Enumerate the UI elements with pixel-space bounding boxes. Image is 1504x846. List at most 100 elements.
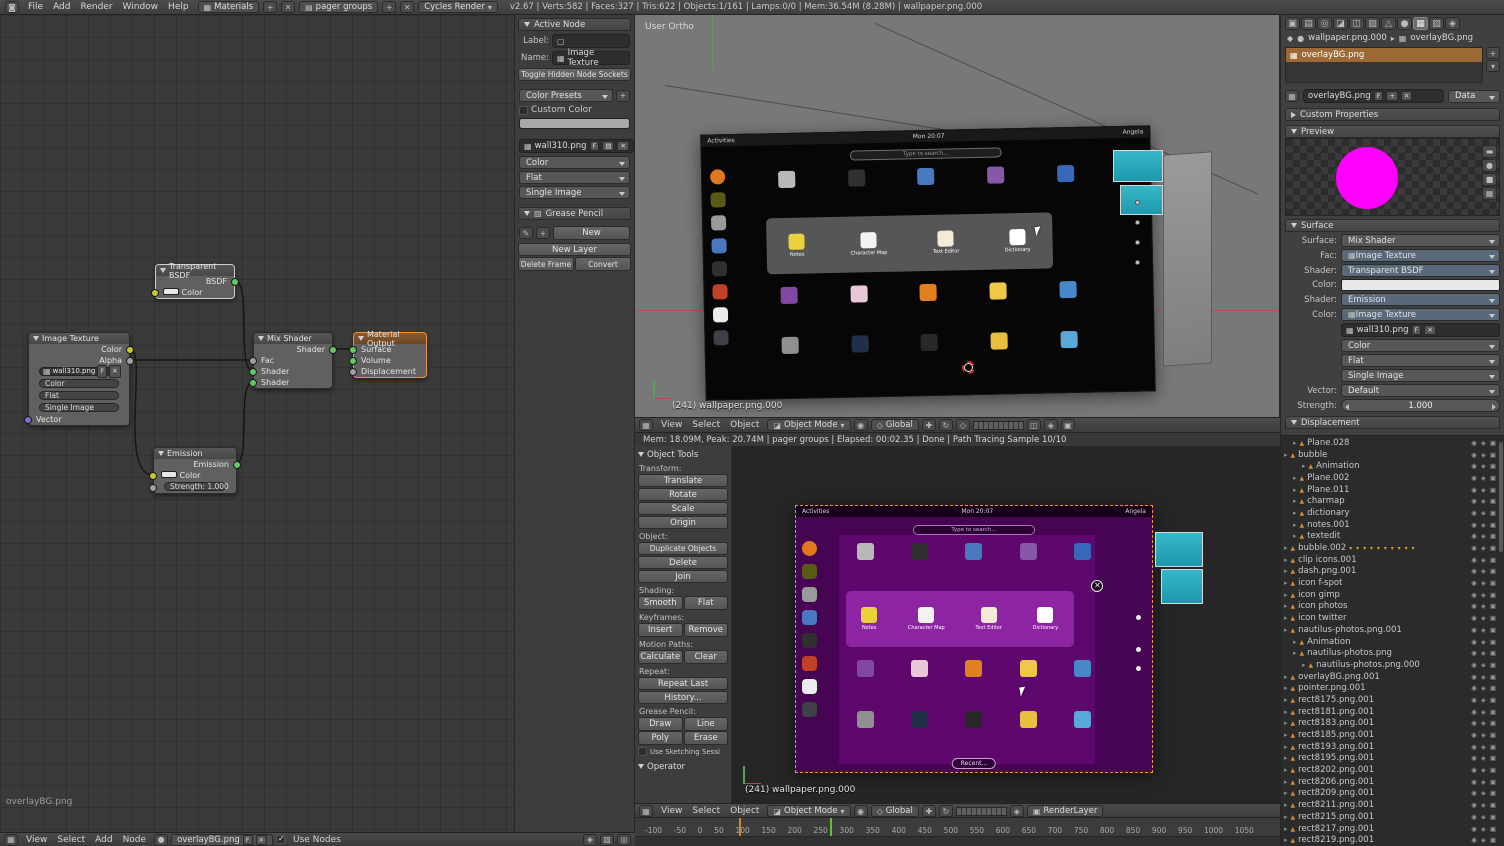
snap-icon[interactable]: ◈ — [1010, 805, 1024, 817]
render-camera-icon[interactable]: ▣ — [1490, 614, 1496, 622]
selectability-icon[interactable]: ◈ — [1481, 661, 1486, 669]
outliner-row[interactable]: Plane.002 ◉◈▣ — [1281, 472, 1504, 484]
outliner-row[interactable]: bubble ◉◈▣ — [1281, 449, 1504, 461]
selectability-icon[interactable]: ◈ — [1481, 439, 1486, 447]
projection-select[interactable]: Flat — [1341, 354, 1500, 367]
render-camera-icon[interactable]: ▣ — [1490, 649, 1496, 657]
outliner-row[interactable]: Animation ◉◈▣ — [1281, 636, 1504, 648]
slot-specials-button[interactable]: ▾ — [1486, 60, 1500, 72]
visibility-eye-icon[interactable]: ◉ — [1471, 813, 1477, 821]
screen-layout-selector[interactable]: ▤pager groups — [299, 1, 378, 13]
expand-icon[interactable] — [1284, 613, 1288, 623]
gp-convert-button[interactable]: Convert — [575, 257, 631, 271]
selectability-icon[interactable]: ◈ — [1481, 486, 1486, 494]
outliner-row[interactable]: dash.png.001 ◉◈▣ — [1281, 566, 1504, 578]
menu-item[interactable]: View — [656, 420, 687, 430]
expand-icon[interactable] — [1284, 450, 1288, 460]
fac-link-select[interactable]: ▦Image Texture — [1341, 249, 1500, 262]
lock-icon[interactable]: ◫ — [1027, 419, 1041, 431]
menu-item[interactable]: Add — [48, 2, 75, 12]
tab-data[interactable]: △ — [1381, 17, 1396, 30]
expand-icon[interactable] — [1293, 648, 1297, 658]
visibility-eye-icon[interactable]: ◉ — [1471, 638, 1477, 646]
visibility-eye-icon[interactable]: ◉ — [1471, 801, 1477, 809]
selectability-icon[interactable]: ◈ — [1481, 778, 1486, 786]
visibility-eye-icon[interactable]: ◉ — [1471, 754, 1477, 762]
layer-toggles[interactable] — [973, 421, 1024, 430]
fake-user-button[interactable]: F — [1374, 91, 1384, 101]
outliner-row[interactable]: dictionary ◉◈▣ — [1281, 507, 1504, 519]
expand-icon[interactable] — [1284, 777, 1288, 787]
render-opengl-icon[interactable]: ▣ — [1061, 419, 1075, 431]
selectability-icon[interactable]: ◈ — [1481, 836, 1486, 844]
blender-logo-icon[interactable]: ◙ — [5, 1, 19, 13]
fake-user-button[interactable]: F — [243, 835, 253, 845]
node-color-swatch[interactable] — [519, 118, 630, 129]
gp-erase-button[interactable]: Erase — [684, 731, 729, 745]
selectability-icon[interactable]: ◈ — [1481, 649, 1486, 657]
close-scene-button[interactable]: ✕ — [400, 1, 414, 13]
shader2-link-select[interactable]: Emission — [1341, 293, 1500, 306]
selectability-icon[interactable]: ◈ — [1481, 743, 1486, 751]
visibility-eye-icon[interactable]: ◉ — [1471, 789, 1477, 797]
unlink-button[interactable]: ✕ — [1424, 325, 1435, 335]
wallpaper-plane[interactable]: Activities Mon 20:07 Angela Type to sear… — [700, 125, 1155, 400]
expand-icon[interactable] — [1293, 438, 1297, 448]
expand-icon[interactable] — [1284, 543, 1288, 553]
visibility-eye-icon[interactable]: ◉ — [1471, 474, 1477, 482]
insert-keyframe-button[interactable]: Insert — [638, 623, 683, 637]
repeat-last-button[interactable]: Repeat Last — [638, 677, 728, 690]
outliner-row[interactable]: Plane.028 ◉◈▣ — [1281, 437, 1504, 449]
unlink-button[interactable]: ✕ — [256, 835, 267, 845]
expand-icon[interactable] — [1284, 730, 1288, 740]
layer-toggles[interactable] — [956, 807, 1007, 816]
visibility-eye-icon[interactable]: ◉ — [1471, 521, 1477, 529]
outliner-row[interactable]: bubble.002 ◉◈▣ — [1281, 542, 1504, 554]
close-screen-button[interactable]: ✕ — [281, 1, 295, 13]
editor-context-selector[interactable]: ▦Materials — [198, 1, 260, 13]
render-camera-icon[interactable]: ▣ — [1490, 638, 1496, 646]
selectability-icon[interactable]: ◈ — [1481, 614, 1486, 622]
background-icon[interactable]: ▧ — [600, 834, 614, 846]
socket-shader2-in[interactable] — [249, 379, 257, 387]
render-camera-icon[interactable]: ▣ — [1490, 486, 1496, 494]
gp-line-button[interactable]: Line — [684, 717, 729, 731]
render-camera-icon[interactable]: ▣ — [1490, 591, 1496, 599]
socket-vector-in[interactable] — [24, 416, 32, 424]
operator-panel-header[interactable]: Operator — [638, 760, 728, 773]
surface-select[interactable]: Mix Shader — [1341, 234, 1500, 247]
menu-item[interactable]: Object — [725, 420, 764, 430]
menu-item[interactable]: Select — [687, 806, 725, 816]
texture-slot-list[interactable]: ▦overlayBG.png — [1285, 47, 1483, 83]
displacement-header[interactable]: Displacement — [1285, 416, 1500, 429]
color-space-select[interactable]: Color — [1341, 339, 1500, 352]
render-engine-selector[interactable]: Cycles Render▾ — [418, 1, 498, 13]
expand-icon[interactable] — [1284, 765, 1288, 775]
source-select[interactable]: Single Image — [39, 403, 119, 412]
visibility-eye-icon[interactable]: ◉ — [1471, 743, 1477, 751]
outliner-row[interactable]: charmap ◉◈▣ — [1281, 495, 1504, 507]
remove-keyframe-button[interactable]: Remove — [684, 623, 729, 637]
render-camera-icon[interactable]: ▣ — [1490, 836, 1496, 844]
selectability-icon[interactable]: ◈ — [1481, 754, 1486, 762]
expand-icon[interactable] — [1284, 590, 1288, 600]
menu-item[interactable]: Render — [76, 2, 118, 12]
selectability-icon[interactable]: ◈ — [1481, 766, 1486, 774]
socket-strength-in[interactable] — [149, 484, 157, 492]
visibility-eye-icon[interactable]: ◉ — [1471, 696, 1477, 704]
visibility-eye-icon[interactable]: ◉ — [1471, 836, 1477, 844]
socket-color-out[interactable] — [126, 346, 134, 354]
material-datablock[interactable]: overlayBG.pngF✕ — [171, 834, 273, 846]
selectability-icon[interactable]: ◈ — [1481, 719, 1486, 727]
join-button[interactable]: Join — [638, 570, 728, 583]
expand-icon[interactable] — [1284, 824, 1288, 834]
preview-flat-icon[interactable]: ▬ — [1482, 145, 1497, 158]
color-swatch[interactable] — [161, 471, 177, 478]
expand-icon[interactable] — [1284, 566, 1288, 576]
selectability-icon[interactable]: ◈ — [1481, 544, 1486, 552]
menu-item[interactable]: Select — [52, 835, 90, 845]
node-material-output[interactable]: Material Output Surface Volume Displacem… — [353, 332, 427, 378]
socket-displacement-in[interactable] — [349, 368, 357, 376]
visibility-eye-icon[interactable]: ◉ — [1471, 661, 1477, 669]
expand-icon[interactable] — [1284, 742, 1288, 752]
